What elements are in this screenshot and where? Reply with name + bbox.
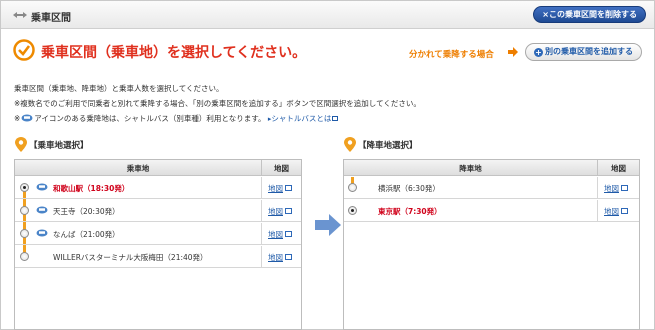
column-separator [261,177,262,199]
shuttle-bus-icon [36,206,48,214]
radio-button[interactable] [20,206,29,215]
shuttle-bus-icon [36,183,48,191]
map-link-text: 地図 [268,184,283,193]
radio-button[interactable] [20,229,29,238]
stop-name: 和歌山駅（18:30発） [53,184,130,193]
section-title: 乗車区間 [31,13,71,24]
arrow-right-icon [508,47,518,57]
col-boarding-stop: 乗車地 [126,164,150,173]
table-row[interactable]: 和歌山駅（18:30発） 地図 [15,177,301,199]
col-alighting-stop: 降車地 [459,164,482,173]
external-window-icon [285,254,292,260]
boarding-section-title: 【乗車地選択】 [29,141,89,151]
shuttle-bus-icon [36,229,48,237]
map-link-text: 地図 [268,253,283,262]
location-pin-icon [15,137,27,152]
external-window-icon [621,185,628,191]
description-line-2: ※複数名でのご利用で同乗者と別れて乗降する場合、「別の乗車区間を追加する」ボタン… [14,99,421,108]
split-ride-label: 分かれて乗降する場合 [409,50,494,60]
external-window-icon [285,185,292,191]
shuttle-note: アイコンのある乗降地は、シャトルバス（別車種）利用となります。 [34,114,266,123]
shuttle-bus-icon [21,114,33,122]
column-separator [261,223,262,245]
col-map: 地図 [597,160,639,175]
external-window-icon [285,208,292,214]
radio-button[interactable] [20,252,29,261]
boarding-table: 乗車地 地図 和歌山駅（18:30発） 地図 天王寺（20:30発） 地図 なん… [14,159,302,330]
description-line-3: ※ アイコンのある乗降地は、シャトルバス（別車種）利用となります。 ▸シャトルバス… [14,113,339,124]
external-window-icon [621,208,628,214]
double-arrow-icon [13,12,27,18]
page: 乗車区間 ×この乗車区間を削除する 乗車区間（乗車地）を選択してください。 分か… [0,0,655,330]
radio-button[interactable] [348,206,357,215]
table-row[interactable]: 東京駅（7:30発） 地図 [344,200,639,222]
table-row[interactable]: WILLERバスターミナル大阪梅田（21:40発） 地図 [15,246,301,268]
stop-name: 東京駅（7:30発） [378,207,442,216]
table-row[interactable]: 天王寺（20:30発） 地図 [15,200,301,222]
stop-name: 横浜駅（6:30発） [378,184,440,193]
column-separator [597,177,598,199]
add-section-button[interactable]: + 別の乗車区間を追加する [525,43,642,61]
page-title: 乗車区間（乗車地）を選択してください。 [41,45,307,61]
map-link[interactable]: 地図 [604,206,628,217]
note-mark: ※ [14,114,21,123]
check-circle-icon [13,39,35,61]
column-separator [597,200,598,222]
radio-button[interactable] [20,183,29,192]
shuttle-bus-link-text: シャトルバスとは [271,114,332,123]
table-row[interactable]: 横浜駅（6:30発） 地図 [344,177,639,199]
external-window-icon [285,231,292,237]
map-link[interactable]: 地図 [268,206,292,217]
table-row[interactable]: なんば（21:00発） 地図 [15,223,301,245]
stop-name: WILLERバスターミナル大阪梅田（21:40発） [53,253,208,262]
map-link-text: 地図 [268,207,283,216]
map-link[interactable]: 地図 [268,229,292,240]
map-link-text: 地図 [268,230,283,239]
location-pin-icon [344,137,356,152]
description-line-1: 乗車区間（乗車地、降車地）と乗車人数を選択してください。 [14,84,224,93]
map-link-text: 地図 [604,207,619,216]
radio-button[interactable] [348,183,357,192]
column-separator [261,200,262,222]
plus-icon: + [534,48,543,57]
section-header: 乗車区間 ×この乗車区間を削除する [1,1,654,29]
stop-name: なんば（21:00発） [53,230,120,239]
arrow-right-icon [315,214,341,236]
column-separator [261,246,262,268]
alighting-table: 降車地 地図 横浜駅（6:30発） 地図 東京駅（7:30発） 地図 [343,159,640,330]
add-section-label: 別の乗車区間を追加する [545,47,633,56]
external-window-icon [332,116,339,121]
shuttle-bus-link[interactable]: ▸シャトルバスとは [268,114,339,123]
map-link[interactable]: 地図 [268,252,292,263]
map-link[interactable]: 地図 [604,183,628,194]
boarding-table-header: 乗車地 地図 [15,160,301,176]
map-link[interactable]: 地図 [268,183,292,194]
col-map: 地図 [261,160,301,175]
delete-section-button[interactable]: ×この乗車区間を削除する [533,6,646,23]
alighting-table-header: 降車地 地図 [344,160,639,176]
stop-name: 天王寺（20:30発） [53,207,120,216]
alighting-section-title: 【降車地選択】 [358,141,418,151]
map-link-text: 地図 [604,184,619,193]
